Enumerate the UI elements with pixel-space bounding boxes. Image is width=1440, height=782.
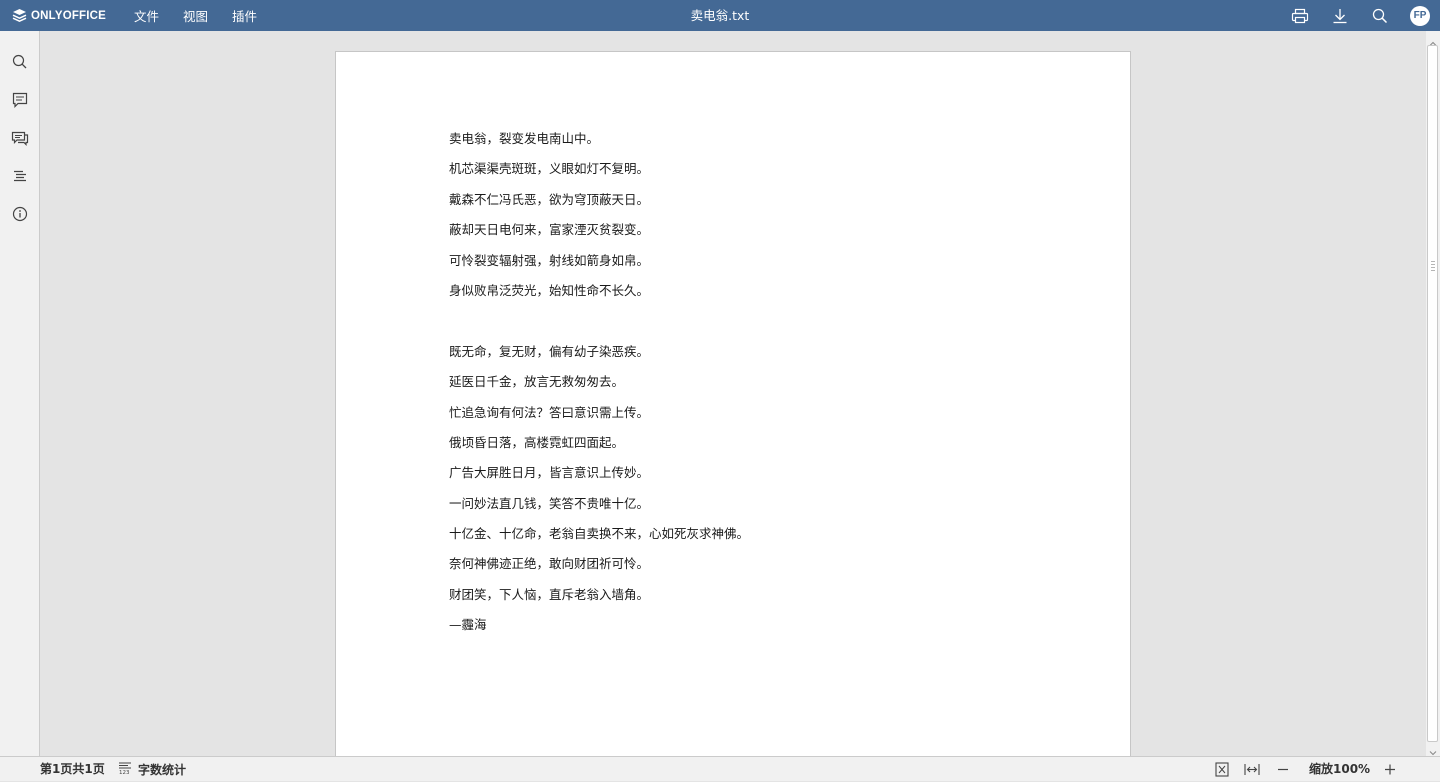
document-line: 可怜裂变辐射强，射线如箭身如帛。 (449, 252, 650, 268)
fit-page-icon[interactable] (1213, 761, 1231, 778)
scroll-down-icon[interactable] (1428, 743, 1438, 756)
word-count-button[interactable]: 123 字数统计 (118, 757, 186, 782)
document-line: 机芯渠渠壳斑斑，义眼如灯不复明。 (449, 161, 650, 177)
document-workspace[interactable]: 卖电翁，裂变发电南山中。 机芯渠渠壳斑斑，义眼如灯不复明。 戴森不仁冯氏恶，欲为… (41, 31, 1426, 756)
menu-view[interactable]: 视图 (183, 6, 208, 25)
page-count: 第1页共1页 (40, 762, 105, 776)
zoom-in-icon[interactable] (1381, 761, 1399, 778)
document-line: 既无命，复无财，偏有幼子染恶疾。 (449, 343, 650, 359)
document-line: 俄顷昏日落，高楼霓虹四面起。 (449, 434, 625, 450)
info-icon[interactable] (9, 203, 31, 225)
document-body[interactable]: 卖电翁，裂变发电南山中。 机芯渠渠壳斑斑，义眼如灯不复明。 戴森不仁冯氏恶，欲为… (449, 124, 1049, 641)
document-line: 财团笑，下人恼，直斥老翁入墙角。 (449, 586, 650, 602)
document-line: 一问妙法直几钱，笑答不贵唯十亿。 (449, 495, 650, 511)
document-line: 忙追急询有何法？答曰意识需上传。 (449, 404, 650, 420)
top-header: ONLYOFFICE 文件 视图 插件 卖电翁.txt FP (0, 0, 1440, 31)
vertical-scrollbar[interactable] (1426, 31, 1440, 756)
menu-plugins[interactable]: 插件 (232, 6, 257, 25)
left-sidebar (0, 31, 40, 756)
zoom-level[interactable]: 缩放100% (1309, 757, 1370, 782)
document-page[interactable]: 卖电翁，裂变发电南山中。 机芯渠渠壳斑斑，义眼如灯不复明。 戴森不仁冯氏恶，欲为… (335, 51, 1131, 756)
user-avatar[interactable]: FP (1410, 6, 1430, 26)
main-menu: 文件 视图 插件 (134, 0, 281, 31)
download-icon[interactable] (1330, 6, 1350, 26)
scroll-up-icon[interactable] (1428, 34, 1438, 46)
scroll-thumb[interactable] (1427, 45, 1438, 742)
print-icon[interactable] (1290, 6, 1310, 26)
svg-text:123: 123 (119, 770, 130, 775)
document-line: 蔽却天日电何来，富家湮灭贫裂变。 (449, 222, 650, 238)
document-line: 延医日千金，放言无救匆匆去。 (449, 374, 625, 390)
scroll-grip (1431, 267, 1435, 268)
app-logo[interactable]: ONLYOFFICE (12, 7, 106, 24)
menu-file[interactable]: 文件 (134, 6, 159, 25)
word-count-label: 字数统计 (138, 763, 187, 777)
document-blank-line (449, 306, 1049, 336)
scroll-grip (1431, 264, 1435, 265)
status-bar: 第1页共1页 123 字数统计 缩放100% (0, 756, 1440, 781)
document-line: 卖电翁，裂变发电南山中。 (449, 131, 600, 146)
document-line: 广告大屏胜日月，皆言意识上传妙。 (449, 465, 650, 481)
onlyoffice-layers-icon (12, 8, 27, 23)
scroll-grip (1431, 270, 1435, 271)
chat-icon[interactable] (9, 127, 31, 149)
fit-width-icon[interactable] (1243, 761, 1261, 778)
document-line: 戴森不仁冯氏恶，欲为穹顶蔽天日。 (449, 191, 650, 207)
word-count-icon: 123 (118, 761, 132, 778)
zoom-out-icon[interactable] (1274, 761, 1292, 778)
document-line: 奈何神佛迹正绝，敢向财团祈可怜。 (449, 556, 650, 572)
search-icon[interactable] (9, 51, 31, 73)
search-icon[interactable] (1370, 6, 1390, 26)
brand-name: ONLYOFFICE (31, 9, 107, 22)
navigation-icon[interactable] (9, 165, 31, 187)
document-line: 身似败帛泛荧光，始知性命不长久。 (449, 282, 650, 298)
comments-icon[interactable] (9, 89, 31, 111)
document-line: 十亿金、十亿命，老翁自卖换不来，心如死灰求神佛。 (449, 526, 750, 542)
document-signature: —霾海 (449, 617, 487, 633)
scroll-grip (1431, 261, 1435, 262)
